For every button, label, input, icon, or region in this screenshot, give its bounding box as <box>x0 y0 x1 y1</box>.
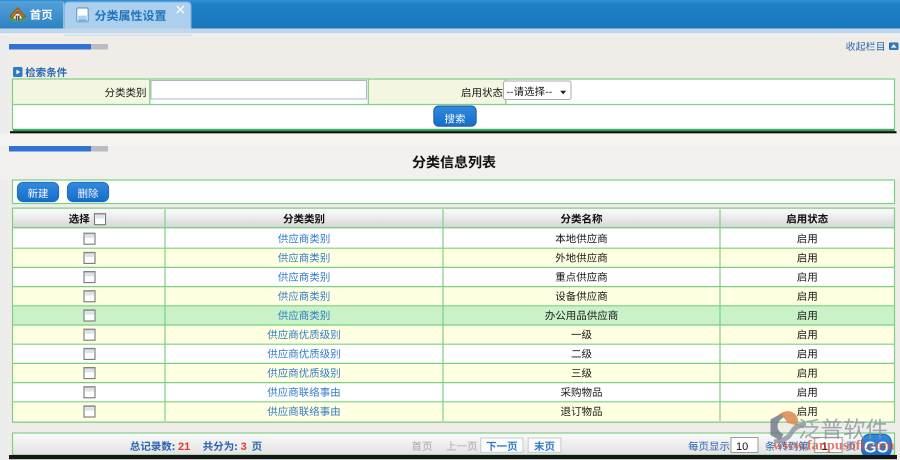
svg-text:10: 10 <box>736 441 748 453</box>
svg-text:3: 3 <box>241 441 247 453</box>
svg-text:21: 21 <box>178 441 190 453</box>
svg-text:www.fanpusoft.com: www.fanpusoft.com <box>773 439 895 454</box>
